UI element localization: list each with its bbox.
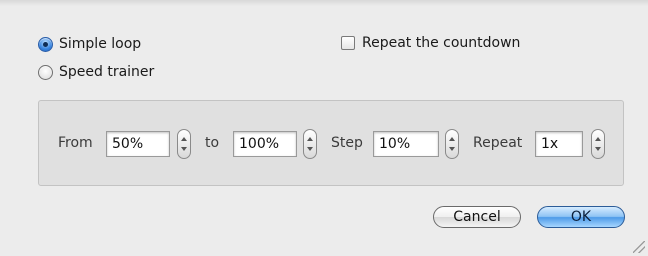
simple-loop-option[interactable]: Simple loop (38, 36, 141, 52)
to-field[interactable]: 100% (233, 131, 297, 157)
speed-settings-row: From 50% to 100% Step 10% Repeat 1x (39, 129, 623, 159)
repeat-countdown-label: Repeat the countdown (362, 35, 521, 51)
repeat-countdown-checkbox[interactable] (341, 36, 355, 50)
simple-loop-radio[interactable] (38, 36, 53, 52)
speed-trainer-option[interactable]: Speed trainer (38, 64, 154, 80)
loop-settings-dialog: Simple loop Speed trainer Repeat the cou… (0, 0, 648, 256)
from-field[interactable]: 50% (106, 131, 170, 157)
step-stepper[interactable] (445, 129, 459, 159)
to-stepper[interactable] (303, 129, 317, 159)
repeat-field[interactable]: 1x (535, 131, 583, 157)
simple-loop-label: Simple loop (59, 36, 142, 52)
resize-grip-icon[interactable] (633, 241, 645, 253)
repeat-label: Repeat (473, 135, 523, 151)
step-field[interactable]: 10% (373, 131, 439, 157)
to-label: to (205, 135, 220, 151)
speed-trainer-label: Speed trainer (59, 64, 155, 80)
step-label: Step (331, 135, 363, 151)
repeat-stepper[interactable] (591, 129, 605, 159)
ok-button[interactable]: OK (537, 206, 625, 228)
repeat-countdown-option[interactable]: Repeat the countdown (341, 35, 520, 51)
from-label: From (58, 135, 93, 151)
cancel-button[interactable]: Cancel (433, 206, 521, 228)
from-stepper[interactable] (177, 129, 191, 159)
speed-trainer-radio[interactable] (38, 64, 53, 80)
speed-trainer-settings-group: From 50% to 100% Step 10% Repeat 1x (38, 100, 624, 186)
